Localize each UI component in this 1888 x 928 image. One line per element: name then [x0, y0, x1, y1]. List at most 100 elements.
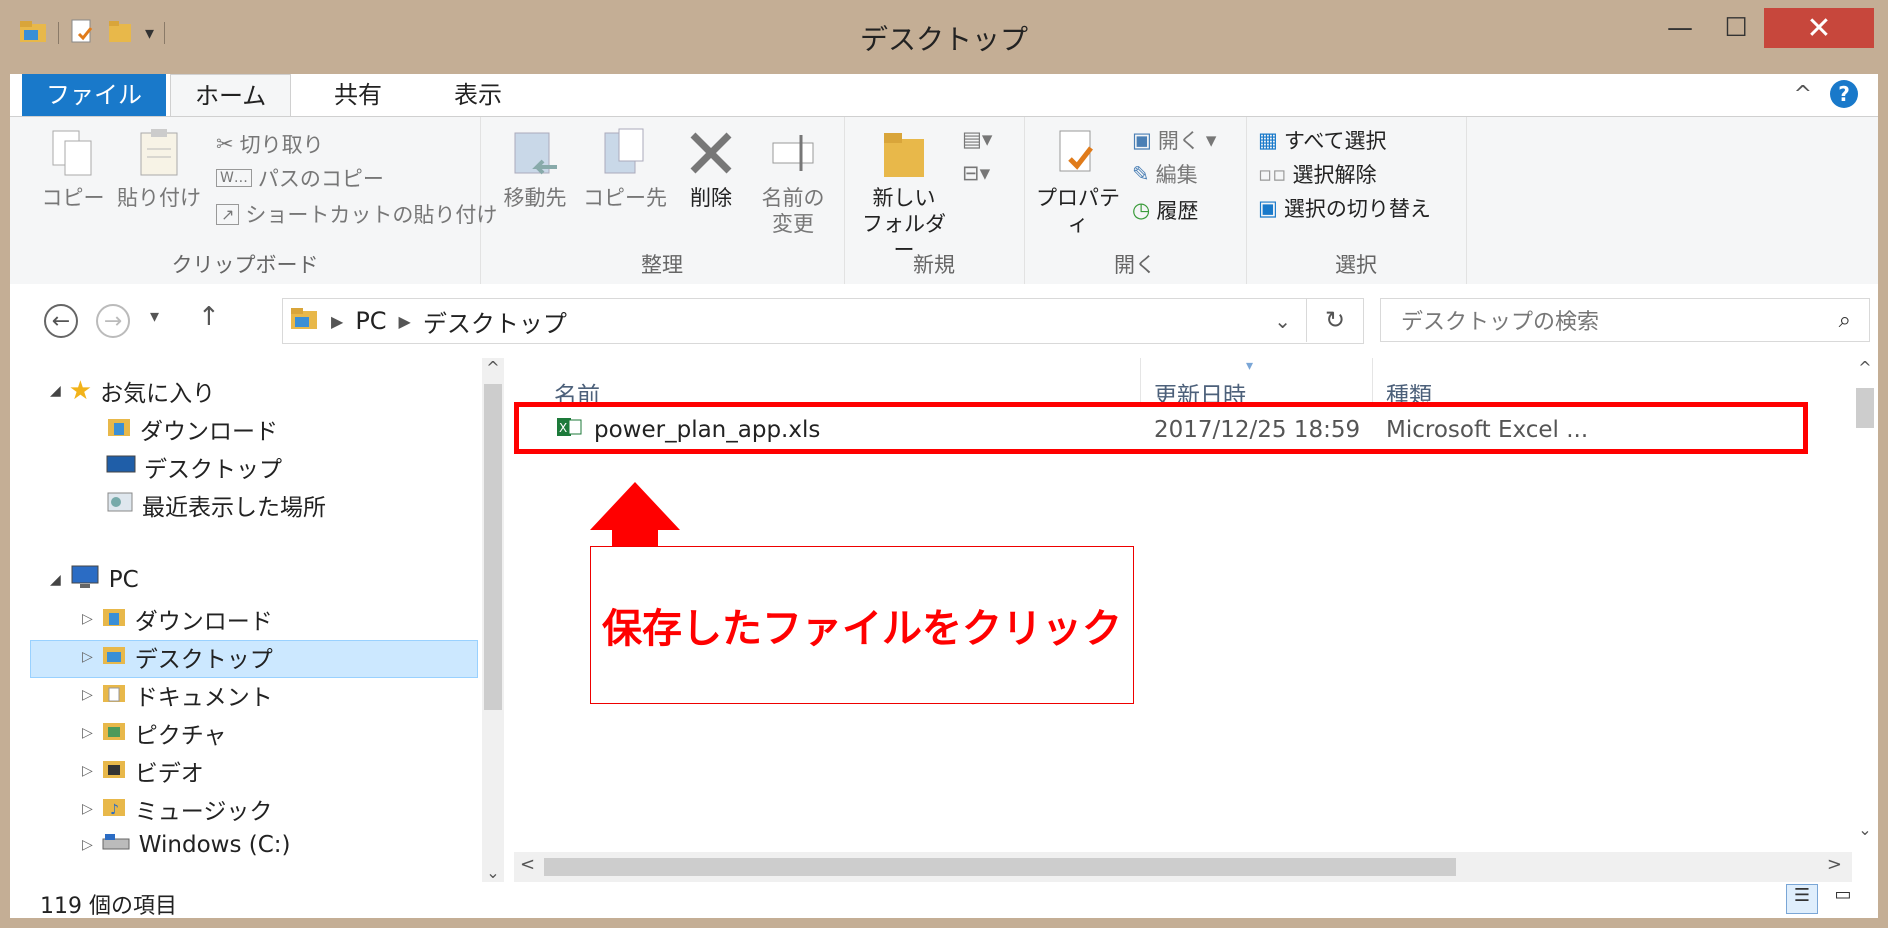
expand-arrow-icon-pc: ◢ — [50, 572, 61, 588]
nav-pc-windows-c[interactable]: ▷ Windows (C:) — [82, 830, 291, 860]
annotation-callout: 保存したファイルをクリック — [590, 546, 1134, 704]
tab-file[interactable]: ファイル — [22, 74, 166, 116]
history-label: 履歴 — [1156, 199, 1199, 223]
copy-to-button[interactable]: コピー先 — [580, 127, 670, 211]
back-button[interactable]: ← — [44, 304, 78, 338]
properties-button[interactable]: プロパティ — [1028, 127, 1128, 237]
properties-label: プロパティ — [1036, 186, 1120, 236]
explorer-window: ▾ デスクトップ — ☐ ✕ ファイル ホーム 共有 表示 ^ ? コピー 貼り… — [0, 0, 1888, 928]
address-dropdown-icon[interactable]: ⌄ — [1274, 309, 1291, 333]
nav-scroll-up-icon[interactable]: ^ — [482, 358, 504, 377]
copy-label: コピー — [41, 186, 105, 210]
scroll-left-icon[interactable]: < — [520, 854, 535, 875]
history-button[interactable]: ◷ 履歴 — [1132, 195, 1198, 225]
tab-share[interactable]: 共有 — [310, 74, 406, 116]
maximize-button[interactable]: ☐ — [1708, 8, 1764, 48]
nav-pc-downloads[interactable]: ▷ ダウンロード — [82, 602, 273, 636]
copy-path-button[interactable]: W… パスのコピー — [216, 163, 384, 193]
nav-scroll-down-icon[interactable]: ⌄ — [482, 863, 504, 882]
nav-fav-downloads[interactable]: ダウンロード — [106, 412, 278, 446]
delete-button[interactable]: 削除 — [676, 127, 746, 211]
list-scroll-thumb[interactable] — [1856, 388, 1874, 428]
select-group: ▦ すべて選択 ▫▫ 選択解除 ▣ 選択の切り替え 選択 — [1246, 117, 1467, 285]
horizontal-scrollbar[interactable]: < > — [514, 852, 1852, 882]
documents-folder-icon — [101, 680, 127, 710]
breadcrumb-pc[interactable]: PC — [355, 307, 386, 335]
nav-fav-desktop[interactable]: デスクトップ — [106, 450, 282, 484]
tab-view[interactable]: 表示 — [430, 74, 526, 116]
new-folder-button[interactable]: 新しい フォルダー — [854, 127, 954, 263]
desktop-icon — [106, 452, 136, 482]
copy-icon — [52, 130, 92, 176]
copy-path-label: パスのコピー — [257, 167, 384, 191]
file-list-scrollbar[interactable]: ^ ⌄ — [1852, 358, 1878, 882]
downloads-folder-icon — [106, 414, 132, 444]
column-separator[interactable] — [1140, 358, 1141, 404]
nav-favorites[interactable]: ◢ ★ お気に入り — [50, 374, 215, 408]
open-label: 開く — [1157, 129, 1200, 153]
cut-button[interactable]: ✂ 切り取り — [216, 129, 324, 159]
open-icon: ▣ — [1132, 128, 1152, 152]
large-icons-view-icon[interactable]: ▭ — [1828, 884, 1858, 912]
breadcrumb-desktop[interactable]: デスクトップ — [423, 304, 567, 339]
select-none-label: 選択解除 — [1292, 163, 1377, 187]
hscroll-thumb[interactable] — [544, 858, 1456, 876]
select-none-button[interactable]: ▫▫ 選択解除 — [1258, 159, 1376, 189]
list-scroll-down-icon[interactable]: ⌄ — [1852, 820, 1878, 839]
collapse-ribbon-icon[interactable]: ^ — [1794, 82, 1812, 107]
favorites-label: お気に入り — [100, 381, 216, 407]
nav-pc-desktop[interactable]: ▷ デスクトップ — [82, 640, 273, 674]
nav-pc-pictures[interactable]: ▷ ピクチャ — [82, 716, 227, 750]
svg-text:♪: ♪ — [110, 802, 119, 818]
copy-to-label: コピー先 — [583, 186, 667, 210]
rename-label-2: 変更 — [772, 212, 814, 236]
open-button[interactable]: ▣ 開く ▾ — [1132, 125, 1216, 155]
copy-button[interactable]: コピー — [38, 127, 108, 211]
nav-pc-videos[interactable]: ▷ ビデオ — [82, 754, 204, 788]
window-controls: — ☐ ✕ — [1652, 8, 1874, 48]
scroll-right-icon[interactable]: > — [1827, 854, 1842, 875]
history-icon: ◷ — [1132, 198, 1151, 222]
recent-places-icon — [106, 490, 134, 520]
recent-locations-icon[interactable]: ▾ — [150, 306, 159, 327]
move-to-button[interactable]: 移動先 — [494, 127, 576, 211]
desktop-folder-icon — [101, 642, 127, 672]
pc-documents-label: ドキュメント — [134, 685, 273, 711]
nav-scroll-thumb[interactable] — [484, 384, 502, 710]
pc-icon — [69, 564, 101, 596]
forward-button[interactable]: → — [96, 304, 130, 338]
minimize-button[interactable]: — — [1652, 8, 1708, 48]
refresh-button[interactable]: ↻ — [1306, 298, 1363, 342]
navigation-pane: ◢ ★ お気に入り ダウンロード デスクトップ 最近表示した場所 ◢ PC ▷ … — [10, 358, 504, 882]
easy-access-button[interactable]: ⊟▾ — [962, 161, 990, 185]
edit-button[interactable]: ✎ 編集 — [1132, 159, 1198, 189]
paste-shortcut-button[interactable]: ↗ ショートカットの貼り付け — [216, 199, 497, 229]
up-button[interactable]: ↑ — [198, 302, 220, 332]
title-bar[interactable]: ▾ デスクトップ — ☐ ✕ — [0, 0, 1888, 74]
select-all-button[interactable]: ▦ すべて選択 — [1258, 125, 1387, 155]
address-box[interactable]: ▶ PC ▶ デスクトップ ⌄ — [282, 298, 1364, 344]
paste-button[interactable]: 貼り付け — [114, 127, 204, 211]
pc-desktop-label: デスクトップ — [134, 647, 273, 673]
nav-pc-documents[interactable]: ▷ ドキュメント — [82, 678, 273, 712]
highlight-box — [514, 402, 1808, 454]
help-icon[interactable]: ? — [1830, 80, 1858, 108]
close-button[interactable]: ✕ — [1764, 8, 1874, 48]
invert-selection-button[interactable]: ▣ 選択の切り替え — [1258, 193, 1431, 223]
search-input[interactable]: デスクトップの検索 ⌕ — [1380, 298, 1870, 342]
rename-button[interactable]: 名前の 変更 — [752, 127, 834, 237]
nav-pc-music[interactable]: ▷ ♪ ミュージック — [82, 792, 272, 826]
list-scroll-up-icon[interactable]: ^ — [1852, 358, 1878, 377]
column-separator-2[interactable] — [1372, 358, 1373, 404]
new-folder-icon — [884, 133, 924, 177]
new-item-button[interactable]: ▤▾ — [962, 127, 992, 151]
tab-home[interactable]: ホーム — [170, 74, 292, 117]
nav-fav-recent[interactable]: 最近表示した場所 — [106, 488, 326, 522]
nav-pc[interactable]: ◢ PC — [50, 564, 139, 596]
nav-scrollbar[interactable]: ^ ⌄ — [482, 358, 504, 882]
music-folder-icon: ♪ — [101, 794, 127, 824]
downloads-folder-icon-2 — [101, 604, 127, 634]
details-view-icon[interactable]: ☰ — [1786, 884, 1818, 914]
new-group-label: 新規 — [913, 253, 955, 277]
delete-x-icon — [690, 132, 732, 174]
